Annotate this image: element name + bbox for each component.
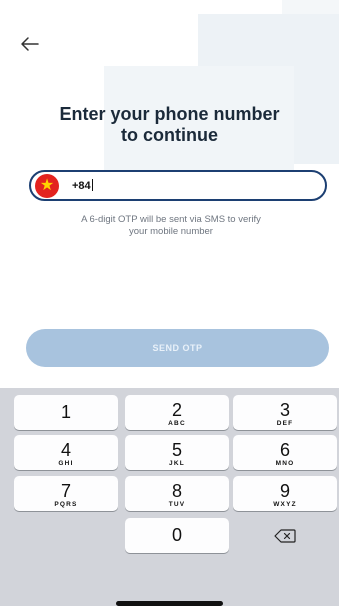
phone-number-input[interactable]: ★ +84 xyxy=(29,170,327,201)
key-letters: GHI xyxy=(58,460,74,467)
key-6[interactable]: 6 MNO xyxy=(233,435,337,470)
key-letters: JKL xyxy=(169,460,185,467)
key-empty xyxy=(14,518,118,553)
key-7[interactable]: 7 PQRS xyxy=(14,476,118,511)
key-8[interactable]: 8 TUV xyxy=(125,476,229,511)
key-digit: 1 xyxy=(60,402,71,422)
helper-text-line: A 6-digit OTP will be sent via SMS to ve… xyxy=(81,214,261,225)
key-1[interactable]: 1 xyxy=(14,395,118,430)
key-letters: WXYZ xyxy=(273,501,297,508)
key-letters: PQRS xyxy=(54,501,78,508)
key-5[interactable]: 5 JKL xyxy=(125,435,229,470)
text-cursor xyxy=(91,179,93,191)
key-0[interactable]: 0 xyxy=(125,518,229,553)
phone-number-value: +84 xyxy=(72,180,91,192)
helper-text-line: your mobile number xyxy=(129,226,213,237)
page-title-line: Enter your phone number xyxy=(59,104,280,124)
key-digit: 4 xyxy=(60,440,71,460)
page-title: Enter your phone number to continue xyxy=(0,104,339,146)
key-letters: MNO xyxy=(275,460,295,467)
star-icon: ★ xyxy=(39,177,55,194)
backspace-icon xyxy=(274,528,296,543)
key-2[interactable]: 2 ABC xyxy=(125,395,229,430)
key-letters: TUV xyxy=(168,501,186,508)
key-4[interactable]: 4 GHI xyxy=(14,435,118,470)
key-letters: ABC xyxy=(168,420,186,427)
back-button[interactable] xyxy=(20,36,48,60)
otp-helper-text: A 6-digit OTP will be sent via SMS to ve… xyxy=(40,214,302,238)
key-digit: 2 xyxy=(171,400,182,420)
key-digit: 9 xyxy=(279,481,290,501)
delete-key[interactable] xyxy=(233,518,337,553)
send-otp-button[interactable]: SEND OTP xyxy=(26,329,329,367)
key-digit: 3 xyxy=(279,400,290,420)
vietnam-flag-icon[interactable]: ★ xyxy=(35,174,59,198)
key-digit: 5 xyxy=(171,440,182,460)
home-indicator[interactable] xyxy=(116,601,223,606)
arrow-left-icon xyxy=(21,37,39,51)
key-3[interactable]: 3 DEF xyxy=(233,395,337,430)
key-digit: 0 xyxy=(171,525,182,545)
key-digit: 6 xyxy=(279,440,290,460)
key-digit: 7 xyxy=(60,481,71,501)
page-title-line: to continue xyxy=(121,125,218,145)
key-digit: 8 xyxy=(171,481,182,501)
numeric-keyboard: 1 2 ABC 3 DEF 4 GHI 5 JKL 6 MNO 7 PQRS 8… xyxy=(0,388,339,606)
key-letters: DEF xyxy=(276,420,294,427)
key-9[interactable]: 9 WXYZ xyxy=(233,476,337,511)
